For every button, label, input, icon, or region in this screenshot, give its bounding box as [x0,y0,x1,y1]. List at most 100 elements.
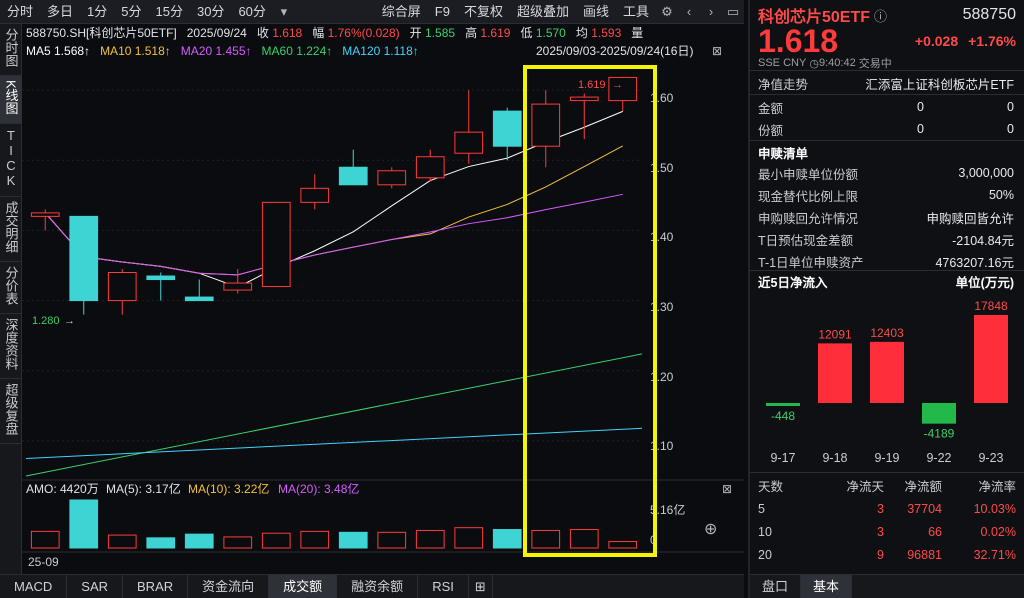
volume-bar [532,530,560,548]
period-tab-1m[interactable]: 1分 [80,0,114,24]
quote-time: 9:40:42 [819,57,856,69]
chevron-left-icon[interactable]: ‹ [678,0,700,24]
volume-bar [185,534,213,548]
nav-label[interactable]: 净值走势 [758,74,808,93]
left-tab-replay[interactable]: 超级复盘 [0,379,22,444]
inflow-value-label: 12403 [870,326,904,340]
candle[interactable] [570,94,598,140]
volume-bar [147,538,175,548]
left-view-tabs: 分时图 K线图 TICK 成交明细 分价表 深度资料 超级复盘 [0,24,22,574]
indicator-tab-turnover[interactable]: 成交额 [269,575,337,598]
volume-bar [224,537,252,548]
no-adjust-button[interactable]: 不复权 [457,0,510,24]
add-indicator-icon[interactable]: ⊞ [469,575,493,598]
tab-orderbook[interactable]: 盘口 [750,575,801,598]
period-tab-60m[interactable]: 60分 [231,0,272,24]
table-row: 10 3 66 0.02% [758,520,1016,543]
indicator-tab-macd[interactable]: MACD [0,575,67,598]
period-tab-5m[interactable]: 5分 [114,0,148,24]
period-tab-30m[interactable]: 30分 [190,0,231,24]
kline-svg[interactable]: 1.60 1.50 1.40 1.30 1.20 1.10 1.619 → 1.… [22,24,744,574]
low-marker-label: 1.280 [32,315,60,327]
candle[interactable] [70,216,98,314]
candle[interactable] [108,269,136,315]
amo-legend: AMO: 4420万 [26,482,99,496]
tools-button[interactable]: 工具 [616,0,656,24]
inflow-bar [766,403,800,406]
volume-bar [455,528,483,548]
candle[interactable] [185,280,213,301]
zoom-icon[interactable]: ⊕ [704,521,717,538]
left-tab-trades[interactable]: 成交明细 [0,197,22,262]
left-tab-fenshi[interactable]: 分时图 [0,24,22,76]
amount-label: 金额 [758,98,783,117]
cell-inflow-rate: 10.03% [942,502,1016,516]
candle[interactable] [493,108,521,161]
period-tab-15m[interactable]: 15分 [149,0,190,24]
cell-inflow-days: 3 [818,502,884,516]
volume-bar [570,530,598,548]
last-price: 1.618 [758,23,838,60]
candle[interactable] [532,90,560,167]
candle[interactable] [455,90,483,164]
period-tab-fenshi[interactable]: 分时 [0,0,40,24]
vol-close-icon[interactable]: ⊠ [722,482,732,496]
table-row: 20 9 96881 32.71% [758,543,1016,566]
cell-days: 20 [758,548,818,562]
ma-line [26,428,642,458]
left-tab-tick[interactable]: TICK [0,124,22,197]
composite-screen-button[interactable]: 综合屏 [375,0,428,24]
indicator-tab-margin[interactable]: 融资余额 [337,575,418,598]
left-tab-depth[interactable]: 深度资料 [0,314,22,379]
kv-value: 4763207.16元 [935,252,1014,271]
volume-bar [339,532,367,548]
volume-bar [31,531,59,548]
candle[interactable] [378,167,406,188]
trade-status: 交易中 [859,55,892,71]
toolbar-right: 综合屏 F9 不复权 超级叠加 画线 工具 ⚙ ‹ › ▭ [375,0,744,24]
window-toggle-icon[interactable]: ▭ [722,0,744,24]
left-tab-price-table[interactable]: 分价表 [0,262,22,314]
left-tab-kline[interactable]: K线图 [0,76,22,124]
vol-ma20-legend: MA(20): 3.48亿 [278,481,359,496]
candle[interactable] [339,150,367,185]
amount-value-a: 0 [834,100,924,114]
kv-key: 现金替代比例上限 [758,186,858,205]
gear-icon[interactable]: ⚙ [656,0,678,24]
shares-values: 0 0 [834,122,1014,136]
super-overlay-button[interactable]: 超级叠加 [510,0,576,24]
indicator-tab-rsi[interactable]: RSI [418,575,469,598]
right-info-panel: 科创芯片50ETF ⓘ 588750 1.618 +0.028 +1.76% S… [748,0,1024,598]
high-marker-arrow: → [612,79,623,91]
period-dropdown-icon[interactable]: ▾ [273,0,295,24]
ma-line [26,354,642,476]
candle[interactable] [147,273,175,301]
candle[interactable] [416,150,444,182]
tab-basic[interactable]: 基本 [801,575,852,598]
flow-unit: 单位(万元) [956,272,1014,291]
chevron-right-icon[interactable]: › [700,0,722,24]
left-tab-label: 超级复盘 [3,383,20,435]
left-tab-label: 分时图 [3,28,20,67]
high-marker-label: 1.619 [578,79,606,91]
cell-inflow-amount: 37704 [884,502,942,516]
indicator-tab-fundflow[interactable]: 资金流向 [188,575,269,598]
vol-ma5-legend: MA(5): 3.17亿 [106,481,181,496]
kv-key: 最小申赎单位份额 [758,164,858,183]
change-amount: +0.028 [915,33,958,49]
low-marker-arrow: → [64,315,75,327]
f9-button[interactable]: F9 [428,0,457,24]
candle[interactable] [301,174,329,209]
indicator-tab-brar[interactable]: BRAR [123,575,188,598]
info-icon[interactable]: ⓘ [874,6,887,25]
indicator-tab-sar[interactable]: SAR [67,575,123,598]
period-tab-multiday[interactable]: 多日 [40,0,80,24]
inflow-date-label: 9-18 [822,451,847,465]
candle[interactable] [31,209,59,230]
candle[interactable] [262,202,290,286]
col-header-inflow-rate: 净流率 [942,476,1016,495]
flow-title: 近5日净流入 [758,272,827,291]
draw-line-button[interactable]: 画线 [576,0,616,24]
cell-days: 10 [758,525,818,539]
volume-bar [301,531,329,548]
